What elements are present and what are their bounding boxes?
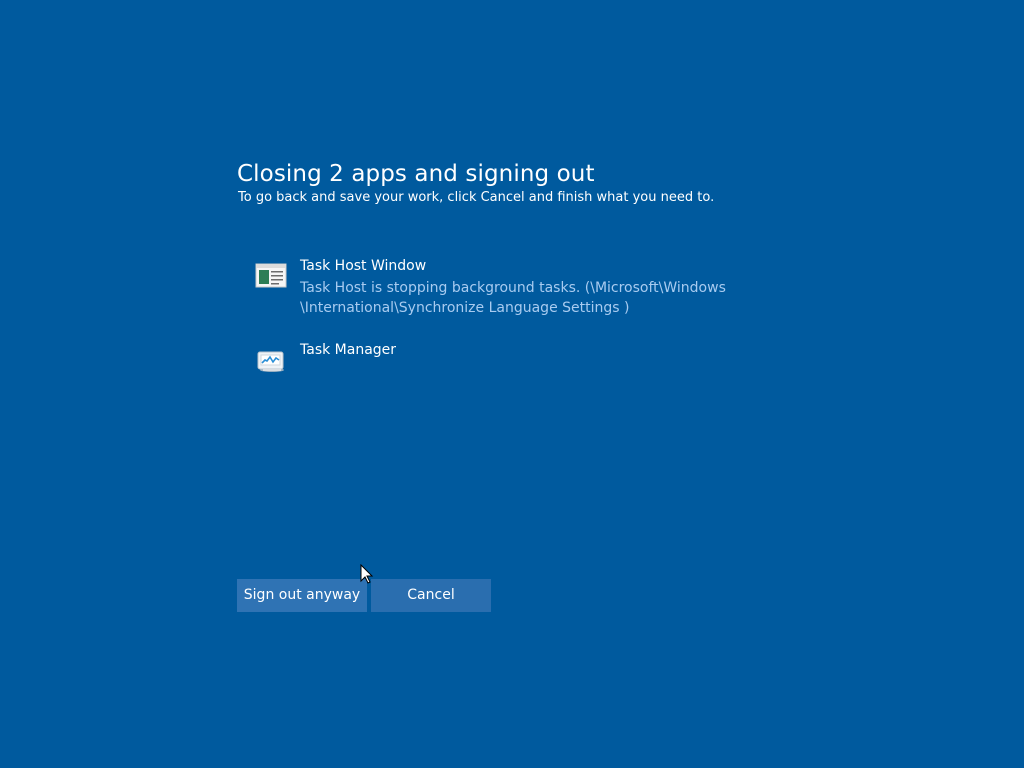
cancel-button[interactable]: Cancel <box>371 579 491 612</box>
task-manager-icon <box>257 351 284 372</box>
sign-out-anyway-button[interactable]: Sign out anyway <box>237 579 367 612</box>
sign-out-screen: Closing 2 apps and signing out To go bac… <box>0 0 1024 768</box>
app-text-task-manager: Task Manager <box>300 341 770 359</box>
mouse-cursor-icon <box>360 564 374 584</box>
page-subtitle: To go back and save your work, click Can… <box>238 190 715 205</box>
task-host-window-icon <box>255 263 287 288</box>
app-name: Task Manager <box>300 342 397 358</box>
app-text-task-host-window: Task Host Window Task Host is stopping b… <box>300 257 770 318</box>
app-name: Task Host Window <box>300 258 427 274</box>
app-status: Task Host is stopping background tasks. … <box>300 280 726 316</box>
page-title: Closing 2 apps and signing out <box>237 161 595 187</box>
